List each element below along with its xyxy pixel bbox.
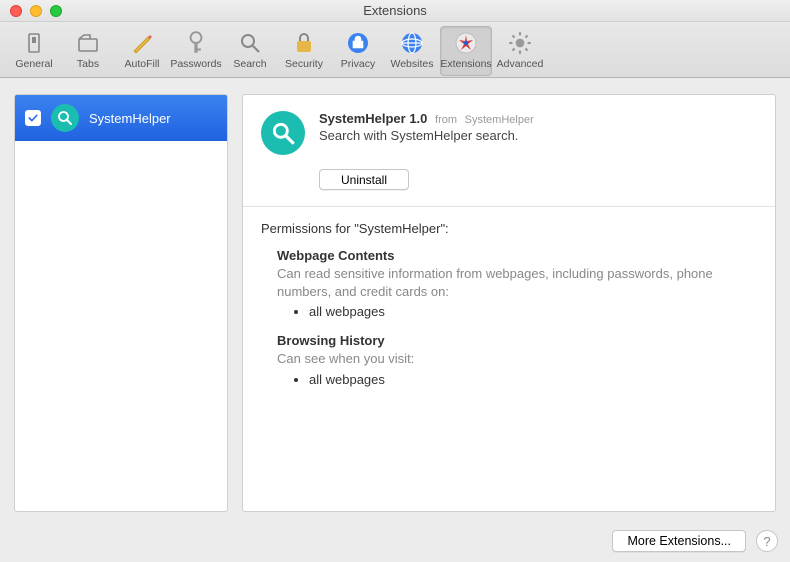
detail-description: Search with SystemHelper search. bbox=[319, 128, 534, 143]
uninstall-button[interactable]: Uninstall bbox=[319, 169, 409, 190]
detail-header: SystemHelper 1.0 from SystemHelper Searc… bbox=[261, 111, 757, 155]
permission-body: Can see when you visit: bbox=[277, 350, 757, 368]
minimize-icon[interactable] bbox=[30, 5, 42, 17]
general-icon bbox=[21, 30, 47, 56]
tab-privacy[interactable]: Privacy bbox=[332, 26, 384, 76]
permission-heading: Browsing History bbox=[277, 333, 757, 348]
divider bbox=[243, 206, 775, 207]
permissions-title: Permissions for "SystemHelper": bbox=[261, 221, 757, 236]
detail-author: SystemHelper bbox=[465, 114, 534, 126]
advanced-icon bbox=[507, 30, 533, 56]
window-controls bbox=[10, 5, 62, 17]
tab-search[interactable]: Search bbox=[224, 26, 276, 76]
tab-security[interactable]: Security bbox=[278, 26, 330, 76]
window-title: Extensions bbox=[363, 3, 427, 18]
extensions-list: SystemHelper bbox=[14, 94, 228, 512]
help-button[interactable]: ? bbox=[756, 530, 778, 552]
tab-autofill[interactable]: AutoFill bbox=[116, 26, 168, 76]
tab-general[interactable]: General bbox=[8, 26, 60, 76]
preferences-window: Extensions General Tabs AutoFill Pa bbox=[0, 0, 790, 562]
permission-bullets: all webpages bbox=[277, 304, 757, 319]
extension-icon bbox=[51, 104, 79, 132]
permission-browsing-history: Browsing History Can see when you visit:… bbox=[261, 333, 757, 387]
more-extensions-button[interactable]: More Extensions... bbox=[612, 530, 746, 552]
websites-icon bbox=[399, 30, 425, 56]
tabs-icon bbox=[75, 30, 101, 56]
permission-bullet: all webpages bbox=[309, 304, 757, 319]
autofill-icon bbox=[129, 30, 155, 56]
tab-websites[interactable]: Websites bbox=[386, 26, 438, 76]
security-icon bbox=[291, 30, 317, 56]
search-icon bbox=[237, 30, 263, 56]
tab-tabs[interactable]: Tabs bbox=[62, 26, 114, 76]
detail-name: SystemHelper 1.0 bbox=[319, 111, 427, 126]
footer: More Extensions... ? bbox=[0, 520, 790, 562]
extension-enabled-checkbox[interactable] bbox=[25, 110, 41, 126]
permission-webpage-contents: Webpage Contents Can read sensitive info… bbox=[261, 248, 757, 319]
extension-row-systemhelper[interactable]: SystemHelper bbox=[15, 95, 227, 141]
extensions-icon bbox=[453, 30, 479, 56]
titlebar: Extensions bbox=[0, 0, 790, 22]
privacy-icon bbox=[345, 30, 371, 56]
detail-title: SystemHelper 1.0 from SystemHelper bbox=[319, 111, 534, 126]
permission-heading: Webpage Contents bbox=[277, 248, 757, 263]
permission-bullets: all webpages bbox=[277, 372, 757, 387]
permission-bullet: all webpages bbox=[309, 372, 757, 387]
detail-title-block: SystemHelper 1.0 from SystemHelper Searc… bbox=[319, 111, 534, 155]
tab-extensions[interactable]: Extensions bbox=[440, 26, 492, 76]
detail-from-prefix: from bbox=[435, 114, 457, 126]
content-area: SystemHelper SystemHelper 1.0 from Syste… bbox=[0, 78, 790, 520]
passwords-icon bbox=[183, 30, 209, 56]
extension-name-label: SystemHelper bbox=[89, 111, 171, 126]
close-icon[interactable] bbox=[10, 5, 22, 17]
zoom-icon[interactable] bbox=[50, 5, 62, 17]
preferences-toolbar: General Tabs AutoFill Passwords Search bbox=[0, 22, 790, 78]
extension-detail-panel: SystemHelper 1.0 from SystemHelper Searc… bbox=[242, 94, 776, 512]
tab-passwords[interactable]: Passwords bbox=[170, 26, 222, 76]
detail-extension-icon bbox=[261, 111, 305, 155]
permission-body: Can read sensitive information from webp… bbox=[277, 265, 757, 300]
tab-advanced[interactable]: Advanced bbox=[494, 26, 546, 76]
